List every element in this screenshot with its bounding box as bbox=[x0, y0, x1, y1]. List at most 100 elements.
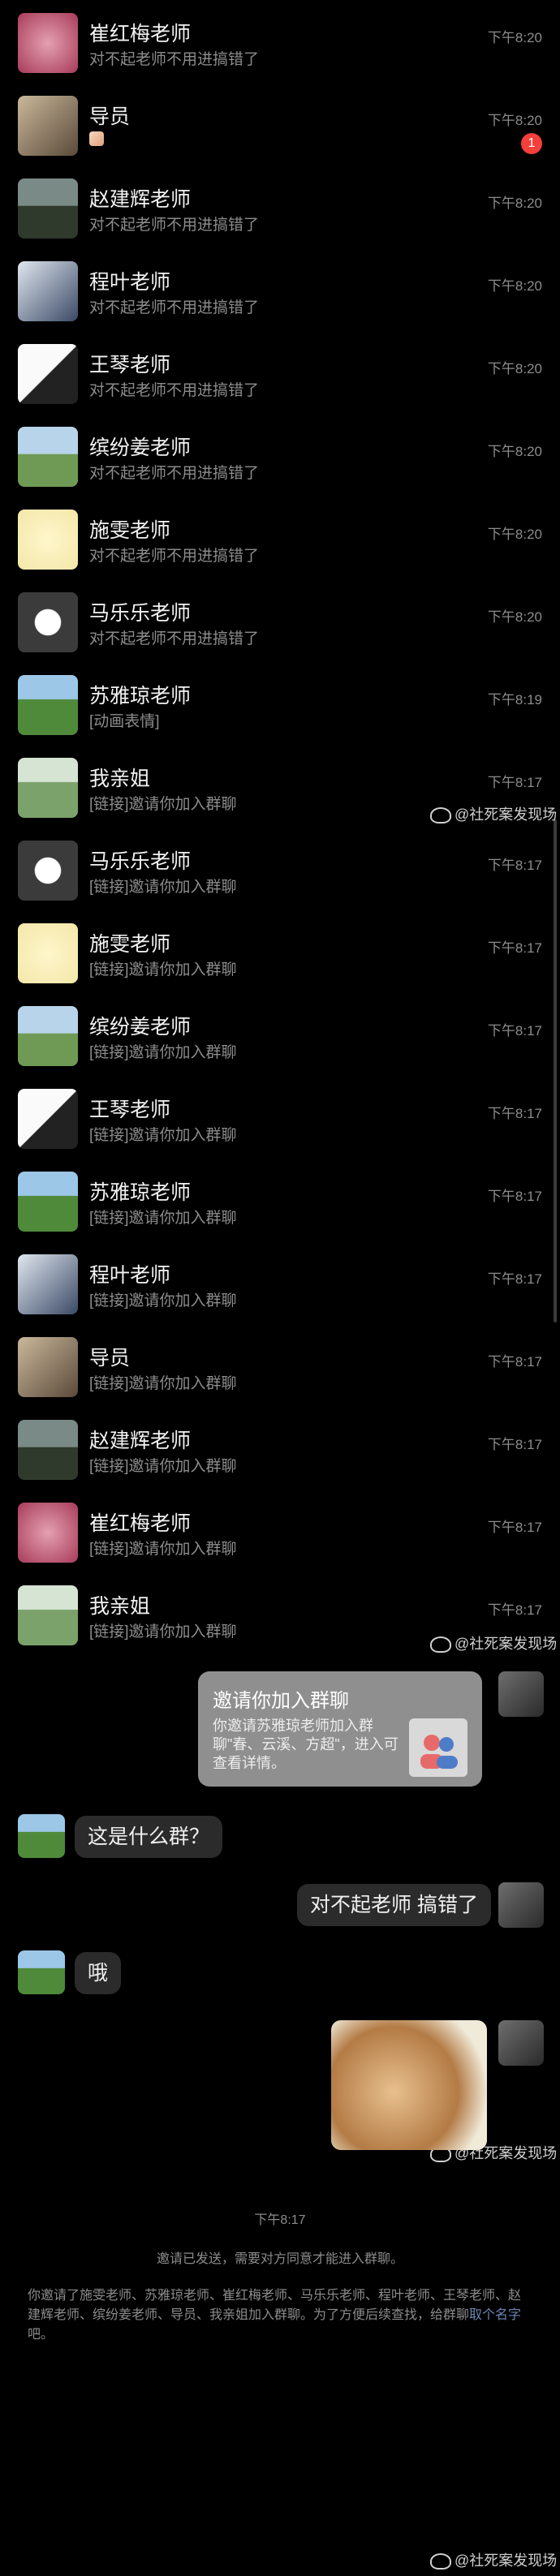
avatar bbox=[18, 1337, 78, 1397]
chat-preview: [链接]邀请你加入群聊 bbox=[89, 961, 237, 978]
chat-list-item[interactable]: 苏雅琼老师 [链接]邀请你加入群聊 下午8:17 bbox=[0, 1159, 560, 1241]
chat-list-item[interactable]: 苏雅琼老师 [动画表情] 下午8:19 bbox=[0, 662, 560, 745]
chat-list-item[interactable]: 崔红梅老师对不起老师不用进搞错了 下午8:20 bbox=[0, 0, 560, 83]
avatar bbox=[18, 178, 78, 239]
my-avatar[interactable] bbox=[498, 1882, 544, 1928]
chat-preview: [链接]邀请你加入群聊 bbox=[89, 879, 237, 896]
watermark: @社死案发现场 bbox=[430, 2549, 557, 2570]
avatar bbox=[18, 1006, 78, 1066]
chat-list-item[interactable]: 导员 [链接]邀请你加入群聊 下午8:17 bbox=[0, 1324, 560, 1407]
chat-list-item[interactable]: 崔红梅老师 [链接]邀请你加入群聊 下午8:17 bbox=[0, 1490, 560, 1572]
chat-name: 导员 bbox=[89, 1347, 131, 1370]
chat-time: 下午8:17 bbox=[487, 1520, 542, 1535]
invite-card[interactable]: 邀请你加入群聊 你邀请苏雅琼老师加入群聊"春、云溪、方超"，进入可查看详情。 bbox=[198, 1671, 482, 1787]
chat-time: 下午8:20 bbox=[487, 444, 542, 459]
chat-name: 施雯老师 bbox=[89, 933, 171, 956]
weibo-icon bbox=[430, 1636, 451, 1654]
chat-time: 下午8:17 bbox=[487, 1106, 542, 1121]
chat-time: 下午8:17 bbox=[487, 940, 542, 956]
chat-preview: [链接]邀请你加入群聊 bbox=[89, 1623, 237, 1641]
avatar bbox=[18, 13, 78, 73]
avatar bbox=[18, 96, 78, 156]
my-avatar[interactable] bbox=[498, 1671, 544, 1717]
avatar bbox=[18, 841, 78, 901]
chat-time: 下午8:20 bbox=[487, 30, 542, 45]
chat-time: 下午8:20 bbox=[487, 196, 542, 211]
chat-list-item[interactable]: 程叶老师 [链接]邀请你加入群聊 下午8:17 bbox=[0, 1241, 560, 1324]
chat-time: 下午8:17 bbox=[487, 775, 542, 790]
scrollbar[interactable] bbox=[554, 819, 557, 1322]
chat-time: 下午8:17 bbox=[487, 1354, 542, 1370]
chat-name: 马乐乐老师 bbox=[89, 850, 192, 873]
weibo-icon bbox=[430, 807, 451, 824]
chat-list-item[interactable]: 导员 下午8:20 1 bbox=[0, 83, 560, 166]
watermark-text: @社死案发现场 bbox=[454, 1636, 558, 1652]
chat-name: 王琴老师 bbox=[89, 354, 171, 376]
chat-list-item[interactable]: 马乐乐老师 对不起老师不用进搞错了 下午8:20 bbox=[0, 579, 560, 662]
chat-preview: 对不起老师不用进搞错了 bbox=[89, 51, 260, 68]
my-avatar[interactable] bbox=[498, 2020, 544, 2066]
chat-list-item[interactable]: 缤纷姜老师 [链接]邀请你加入群聊 下午8:17 bbox=[0, 993, 560, 1076]
avatar bbox=[18, 510, 78, 570]
chat-list-item[interactable]: 程叶老师 对不起老师不用进搞错了 下午8:20 bbox=[0, 248, 560, 331]
chat-name: 苏雅琼老师 bbox=[89, 1181, 192, 1204]
sticker-image[interactable] bbox=[331, 2020, 487, 2150]
chat-time: 下午8:20 bbox=[487, 527, 542, 542]
chat-preview: 对不起老师不用进搞错了 bbox=[89, 465, 260, 482]
avatar bbox=[18, 1503, 78, 1563]
chat-time: 下午8:20 bbox=[487, 609, 542, 625]
avatar bbox=[18, 675, 78, 735]
chat-preview: [链接]邀请你加入群聊 bbox=[89, 1210, 237, 1227]
chat-list-item[interactable]: 马乐乐老师 [链接]邀请你加入群聊 下午8:17 bbox=[0, 828, 560, 910]
invite-note-text: 你邀请了施雯老师、苏雅琼老师、崔红梅老师、马乐乐老师、程叶老师、王琴老师、赵建辉… bbox=[28, 2289, 522, 2322]
chat-list-item[interactable]: 王琴老师对不起老师不用进搞错了 下午8:20 bbox=[0, 331, 560, 414]
chat-preview: 对不起老师不用进搞错了 bbox=[89, 382, 260, 399]
name-group-link[interactable]: 取个名字 bbox=[469, 2308, 521, 2322]
chat-preview: [链接]邀请你加入群聊 bbox=[89, 1127, 237, 1144]
chat-name: 崔红梅老师 bbox=[89, 23, 192, 45]
chat-list-item[interactable]: 王琴老师 [链接]邀请你加入群聊 下午8:17 bbox=[0, 1076, 560, 1159]
chat-time: 下午8:17 bbox=[487, 1023, 542, 1039]
avatar bbox=[18, 923, 78, 983]
chat-name: 施雯老师 bbox=[89, 519, 171, 542]
chat-name: 赵建辉老师 bbox=[89, 1430, 192, 1452]
contact-avatar[interactable] bbox=[18, 1814, 65, 1858]
unread-badge: 1 bbox=[521, 133, 542, 154]
contact-avatar[interactable] bbox=[18, 1950, 65, 1994]
chat-preview: [链接]邀请你加入群聊 bbox=[89, 1541, 237, 1558]
chat-preview: 对不起老师不用进搞错了 bbox=[89, 548, 260, 565]
rabbit-emoji-icon bbox=[89, 131, 104, 146]
chat-list-item[interactable]: 施雯老师 [链接]邀请你加入群聊 下午8:17 bbox=[0, 910, 560, 993]
chat-name: 程叶老师 bbox=[89, 1264, 171, 1287]
chat-time: 下午8:17 bbox=[487, 1189, 542, 1204]
chat-time: 下午8:17 bbox=[487, 1271, 542, 1287]
avatar bbox=[18, 1585, 78, 1645]
avatar bbox=[18, 592, 78, 652]
avatar bbox=[18, 1254, 78, 1314]
chat-time: 下午8:20 bbox=[487, 278, 542, 294]
chat-list-item[interactable]: 缤纷姜老师 对不起老师不用进搞错了 下午8:20 bbox=[0, 414, 560, 497]
avatar bbox=[18, 344, 78, 404]
chat-list-item[interactable]: 施雯老师对不起老师不用进搞错了 下午8:20 bbox=[0, 497, 560, 579]
chat-name: 我亲姐 bbox=[89, 768, 151, 790]
message-question[interactable]: 这是什么群？ bbox=[75, 1816, 223, 1858]
weibo-icon bbox=[430, 2553, 451, 2570]
message-oh[interactable]: 哦 bbox=[75, 1952, 122, 1994]
chat-list-item[interactable]: 赵建辉老师 [链接]邀请你加入群聊 下午8:17 bbox=[0, 1407, 560, 1490]
chat-name: 王琴老师 bbox=[89, 1099, 171, 1121]
chat-time: 下午8:17 bbox=[487, 1602, 542, 1618]
chat-time: 下午8:20 bbox=[487, 361, 542, 376]
message-sorry[interactable]: 对不起老师 搞错了 bbox=[297, 1884, 491, 1926]
watermark: @社死案发现场 bbox=[430, 803, 557, 824]
chat-preview: [链接]邀请你加入群聊 bbox=[89, 1458, 237, 1475]
chat-preview: 对不起老师不用进搞错了 bbox=[89, 630, 260, 647]
watermark-text: @社死案发现场 bbox=[454, 806, 558, 823]
avatar bbox=[18, 758, 78, 818]
watermark-text: @社死案发现场 bbox=[454, 2552, 558, 2569]
avatar bbox=[18, 1172, 78, 1232]
chat-preview: [链接]邀请你加入群聊 bbox=[89, 1292, 237, 1310]
chat-list-item[interactable]: 赵建辉老师 对不起老师不用进搞错了 下午8:20 bbox=[0, 166, 560, 248]
invite-title: 邀请你加入群聊 bbox=[213, 1690, 349, 1712]
avatar bbox=[18, 1089, 78, 1149]
invite-description: 你邀请苏雅琼老师加入群聊"春、云溪、方超"，进入可查看详情。 bbox=[213, 1718, 398, 1771]
